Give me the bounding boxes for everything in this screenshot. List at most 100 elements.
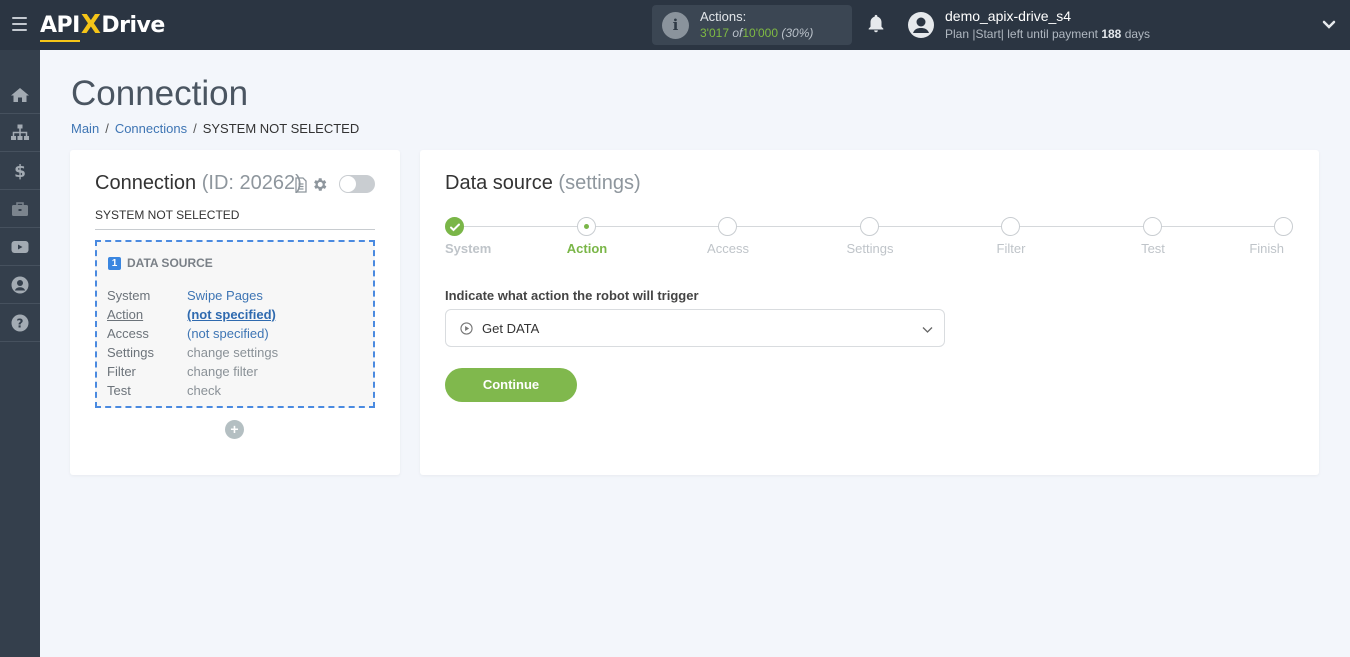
step-dot	[1143, 217, 1162, 236]
action-select[interactable]: Get DATA	[445, 309, 945, 347]
actions-label: Actions:	[700, 9, 747, 24]
days-suffix: days	[1124, 27, 1151, 41]
youtube-icon	[11, 240, 29, 253]
help-icon: ?	[11, 314, 29, 331]
action-select-value: Get DATA	[482, 321, 540, 336]
add-step-button[interactable]: +	[225, 420, 244, 439]
top-bar: API X Drive i Actions: 3'017 of10'000 (30%…	[0, 0, 1350, 50]
logo-drive: Drive	[101, 12, 165, 38]
ds-value-filter: change filter	[187, 364, 258, 379]
sidebar-item-connections[interactable]	[0, 114, 40, 152]
ds-value-system[interactable]: Swipe Pages	[187, 286, 263, 305]
user-plan: Plan |Start| left until payment 188 days	[945, 27, 1150, 41]
ds-value-settings: change settings	[187, 345, 279, 360]
connection-title: Connection (ID: 20262)	[95, 172, 302, 195]
actions-of: of	[732, 26, 743, 40]
sidebar-item-account[interactable]	[0, 266, 40, 304]
data-source-heading: 1 DATA SOURCE	[108, 256, 213, 270]
page-title: Connection	[71, 74, 249, 113]
actions-percent: (30%)	[781, 26, 814, 40]
ds-key: Test	[107, 383, 131, 398]
ds-key: Filter	[107, 364, 136, 379]
plan-text: Plan |Start| left until payment	[945, 27, 1098, 41]
days-left: 188	[1101, 27, 1122, 41]
actions-value: 3'017 of10'000 (30%)	[700, 26, 813, 40]
step-label: Action	[566, 241, 608, 256]
user-name[interactable]: demo_apix-drive_s4	[945, 8, 1071, 24]
breadcrumb-separator: /	[193, 121, 197, 136]
system-label: SYSTEM NOT SELECTED	[95, 208, 375, 230]
gear-icon[interactable]	[311, 176, 328, 193]
sidebar-item-help[interactable]: ?	[0, 304, 40, 342]
step-dot	[1001, 217, 1020, 236]
settings-title: Data source (settings)	[445, 172, 641, 195]
data-source-heading-text: DATA SOURCE	[127, 256, 213, 270]
sidebar-item-video[interactable]	[0, 228, 40, 266]
ds-row-test: Test check	[107, 381, 278, 400]
ds-row-filter: Filter change filter	[107, 362, 278, 381]
ds-key: System	[107, 288, 151, 303]
action-field-label: Indicate what action the robot will trig…	[445, 288, 699, 303]
logo-api: API	[40, 12, 80, 42]
step-label: Finish	[1249, 241, 1284, 256]
step-dot	[718, 217, 737, 236]
breadcrumb-main[interactable]: Main	[71, 121, 99, 136]
progress-steps: System Action Access Settings Filter Tes…	[445, 217, 1294, 257]
settings-card: Data source (settings) System Action Acc…	[420, 150, 1319, 475]
ds-value-access[interactable]: (not specified)	[187, 324, 269, 343]
connection-card: Connection (ID: 20262) SYSTEM NOT SELECT…	[70, 150, 400, 475]
logo-x: X	[80, 10, 101, 40]
actions-used: 3'017	[700, 26, 729, 40]
play-circle-icon	[460, 322, 473, 335]
svg-text:?: ?	[17, 316, 24, 330]
bell-icon[interactable]	[865, 13, 887, 35]
sidebar-item-billing[interactable]: $	[0, 152, 40, 190]
step-dot	[1274, 217, 1293, 236]
continue-button[interactable]: Continue	[445, 368, 577, 402]
ds-key-action[interactable]: Action	[107, 305, 187, 324]
ds-row-action: Action (not specified)	[107, 305, 278, 324]
user-icon	[11, 276, 29, 293]
connection-toggle[interactable]	[339, 175, 375, 193]
step-dot	[445, 217, 464, 236]
step-number-badge: 1	[108, 256, 121, 270]
check-icon	[450, 223, 460, 232]
step-label: Filter	[996, 241, 1026, 256]
settings-subtitle: (settings)	[558, 172, 641, 194]
step-label: Access	[707, 241, 749, 256]
menu-icon[interactable]	[12, 17, 27, 31]
briefcase-icon	[12, 201, 28, 216]
ds-value-action[interactable]: (not specified)	[187, 305, 276, 324]
actions-counter: i Actions: 3'017 of10'000 (30%)	[652, 5, 852, 45]
connection-title-text: Connection	[95, 172, 197, 194]
sidebar-item-services[interactable]	[0, 190, 40, 228]
breadcrumb-current: SYSTEM NOT SELECTED	[202, 121, 360, 136]
ds-key: Access	[107, 326, 149, 341]
dollar-icon: $	[14, 162, 26, 181]
step-dot	[577, 217, 596, 236]
breadcrumb-separator: /	[105, 121, 109, 136]
step-label: Settings	[846, 241, 894, 256]
chevron-down-icon[interactable]	[1321, 17, 1337, 33]
settings-title-text: Data source	[445, 172, 553, 194]
svg-text:$: $	[14, 162, 26, 181]
step-label: Test	[1141, 241, 1165, 256]
chevron-down-icon	[922, 327, 933, 333]
sidebar-item-home[interactable]	[0, 76, 40, 114]
logo[interactable]: API X Drive	[40, 9, 165, 42]
ds-row-settings: Settings change settings	[107, 343, 278, 362]
step-dot	[860, 217, 879, 236]
data-source-rows: System Swipe Pages Action (not specified…	[107, 286, 278, 400]
document-icon[interactable]	[294, 177, 308, 193]
data-source-block[interactable]: 1 DATA SOURCE System Swipe Pages Action …	[95, 240, 375, 408]
user-avatar-icon[interactable]	[907, 11, 935, 39]
info-icon: i	[662, 12, 689, 39]
breadcrumb-connections[interactable]: Connections	[115, 121, 187, 136]
connection-id: (ID: 20262)	[201, 172, 302, 194]
breadcrumb: Main / Connections / SYSTEM NOT SELECTED	[71, 121, 359, 136]
sitemap-icon	[11, 124, 29, 140]
step-label: System	[445, 241, 492, 256]
actions-total: 10'000	[742, 26, 779, 40]
ds-key: Settings	[107, 345, 154, 360]
sidebar: $ ?	[0, 50, 40, 657]
